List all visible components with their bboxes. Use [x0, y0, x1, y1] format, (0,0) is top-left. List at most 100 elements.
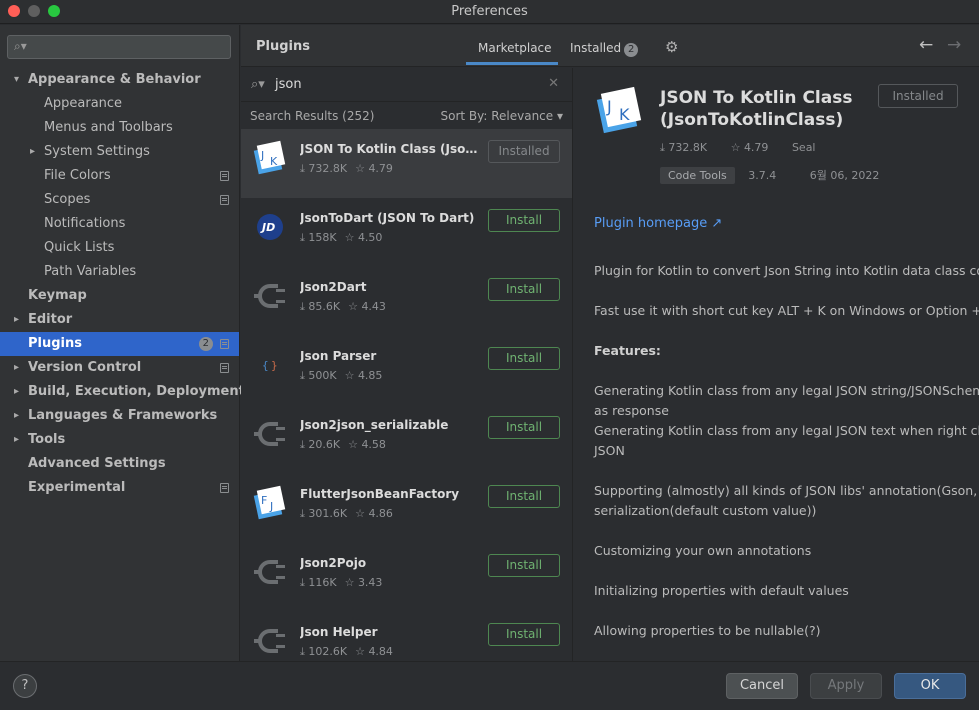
sidebar-item-label: System Settings	[44, 144, 150, 159]
plug-icon	[254, 629, 285, 653]
plugin-list-item[interactable]: Json2Dart ⤓ 85.6K ☆ 4.43 Install	[241, 267, 572, 336]
chevron-right-icon[interactable]: ▸	[14, 356, 19, 380]
plugin-rating: 4.43	[361, 300, 386, 313]
install-button[interactable]: Install	[488, 416, 560, 439]
sidebar-item[interactable]: Scopes	[0, 188, 239, 212]
plugin-search-input[interactable]: ⌕▾ json ✕	[241, 68, 572, 102]
plugin-detail-panel: J K JSON To Kotlin Class (JsonToKotlinCl…	[574, 68, 979, 661]
plug-icon	[254, 560, 285, 584]
sidebar-item[interactable]: Keymap	[0, 284, 239, 308]
plugin-downloads: 116K	[308, 576, 337, 589]
install-button[interactable]: Install	[488, 554, 560, 577]
star-icon: ☆	[355, 507, 369, 520]
sidebar-item[interactable]: File Colors	[0, 164, 239, 188]
plugin-downloads: 301.6K	[308, 507, 348, 520]
install-button[interactable]: Install	[488, 209, 560, 232]
install-button[interactable]: Install	[488, 278, 560, 301]
sidebar-item[interactable]: ▸ Languages & Frameworks	[0, 404, 239, 428]
sidebar-item[interactable]: Notifications	[0, 212, 239, 236]
plugin-list-item[interactable]: {} Json Parser ⤓ 500K ☆ 4.85 Install	[241, 336, 572, 405]
sidebar-item[interactable]: Advanced Settings	[0, 452, 239, 476]
sidebar-item[interactable]: ▸ System Settings	[0, 140, 239, 164]
sidebar-item[interactable]: ▾ Appearance & Behavior	[0, 68, 239, 92]
plugin-downloads: 20.6K	[308, 438, 341, 451]
back-arrow-icon[interactable]: ←	[919, 35, 933, 55]
description-line: Customizing your own annotations	[594, 543, 812, 558]
sidebar-item[interactable]: ▸ Version Control	[0, 356, 239, 380]
plugin-meta: ⤓ 732.8K ☆ 4.79	[300, 162, 393, 176]
star-icon: ☆	[355, 162, 369, 175]
description-line: Supporting (almostly) all kinds of JSON …	[594, 483, 979, 498]
plugin-name: Json2Dart	[300, 280, 367, 294]
install-button[interactable]: Install	[488, 485, 560, 508]
sidebar-item[interactable]: Quick Lists	[0, 236, 239, 260]
sidebar-item[interactable]: ▸ Tools	[0, 428, 239, 452]
plugin-list-item[interactable]: Json2json_serializable ⤓ 20.6K ☆ 4.58 Insta…	[241, 405, 572, 474]
detail-installed-button[interactable]: Installed	[878, 84, 958, 108]
tab-installed[interactable]: Installed 2	[570, 41, 639, 57]
sidebar-item[interactable]: Path Variables	[0, 260, 239, 284]
plugin-meta: ⤓ 301.6K ☆ 4.86	[300, 507, 393, 521]
sidebar-item[interactable]: Appearance	[0, 92, 239, 116]
sidebar-item[interactable]: Menus and Toolbars	[0, 116, 239, 140]
detail-rating: 4.79	[743, 141, 769, 154]
plugin-name: Json Parser	[300, 349, 377, 363]
installed-count-badge: 2	[624, 43, 639, 57]
sidebar-item-label: Plugins	[28, 336, 82, 351]
plugin-downloads: 102.6K	[308, 645, 348, 658]
chevron-down-icon[interactable]: ▾	[14, 68, 19, 92]
chevron-right-icon[interactable]: ▸	[30, 140, 35, 164]
plugin-meta: ⤓ 85.6K ☆ 4.43	[300, 300, 386, 314]
sidebar-item-label: Build, Execution, Deployment	[28, 384, 245, 399]
clear-search-icon[interactable]: ✕	[548, 76, 559, 91]
plugin-list-item[interactable]: Json Helper ⤓ 102.6K ☆ 4.84 Install	[241, 612, 572, 661]
plugin-downloads: 732.8K	[308, 162, 348, 175]
install-button[interactable]: Install	[488, 623, 560, 646]
svg-text:{: {	[262, 359, 269, 372]
plugin-meta: ⤓ 20.6K ☆ 4.58	[300, 438, 386, 452]
plugin-list-item[interactable]: JK JSON To Kotlin Class (JsonToKotlinClas…	[241, 129, 572, 198]
fj-icon: FJ	[253, 485, 286, 520]
gear-icon[interactable]: ⚙	[665, 38, 678, 56]
plugin-meta: ⤓ 116K ☆ 3.43	[300, 576, 382, 590]
plugin-meta: ⤓ 158K ☆ 4.50	[300, 231, 382, 245]
apply-button[interactable]: Apply	[810, 673, 882, 699]
window-title: Preferences	[451, 4, 528, 19]
sidebar-item[interactable]: ▸ Editor	[0, 308, 239, 332]
tab-marketplace[interactable]: Marketplace	[478, 41, 552, 55]
plugin-homepage-link[interactable]: Plugin homepage ↗	[594, 216, 722, 231]
plugin-rating: 4.58	[361, 438, 386, 451]
plugin-list-item[interactable]: JD JsonToDart (JSON To Dart) ⤓ 158K ☆ 4.50 I…	[241, 198, 572, 267]
chevron-right-icon[interactable]: ▸	[14, 428, 19, 452]
plugin-rating: 4.50	[357, 231, 383, 244]
ok-button[interactable]: OK	[894, 673, 966, 699]
description-line: Initializing properties with default val…	[594, 583, 849, 598]
sidebar-item[interactable]: Experimental	[0, 476, 239, 500]
cancel-button[interactable]: Cancel	[726, 673, 798, 699]
detail-downloads: 732.8K	[668, 141, 708, 154]
updates-badge: 2	[198, 337, 213, 351]
forward-arrow-icon[interactable]: →	[947, 35, 961, 55]
installed-button[interactable]: Installed	[488, 140, 560, 163]
detail-tag[interactable]: Code Tools	[660, 167, 735, 184]
sidebar-item[interactable]: ▸ Build, Execution, Deployment	[0, 380, 245, 404]
sidebar-item-label: Notifications	[44, 216, 126, 231]
detail-title-line1: JSON To Kotlin Class	[660, 88, 853, 108]
sidebar-item-label: Advanced Settings	[28, 456, 166, 471]
sidebar-item-label: Experimental	[28, 480, 126, 495]
chevron-right-icon[interactable]: ▸	[14, 404, 19, 428]
plugin-list-item[interactable]: Json2Pojo ⤓ 116K ☆ 3.43 Install	[241, 543, 572, 612]
sort-dropdown[interactable]: Sort By: Relevance ▾	[440, 109, 563, 123]
chevron-right-icon[interactable]: ▸	[14, 308, 19, 332]
help-button[interactable]: ?	[13, 674, 37, 698]
install-button[interactable]: Install	[488, 347, 560, 370]
sidebar-item[interactable]: Plugins 2	[0, 332, 239, 356]
detail-vendor[interactable]: Seal	[792, 141, 816, 154]
star-icon: ☆	[344, 231, 358, 244]
plugin-list-item[interactable]: F J FlutterJsonBeanFactory ⤓ 301.6K ☆ 4.86 In…	[241, 474, 572, 543]
settings-search-input[interactable]: ⌕▾	[7, 35, 231, 59]
chevron-right-icon[interactable]: ▸	[14, 380, 19, 404]
plugin-meta: ⤓ 500K ☆ 4.85	[300, 369, 382, 383]
